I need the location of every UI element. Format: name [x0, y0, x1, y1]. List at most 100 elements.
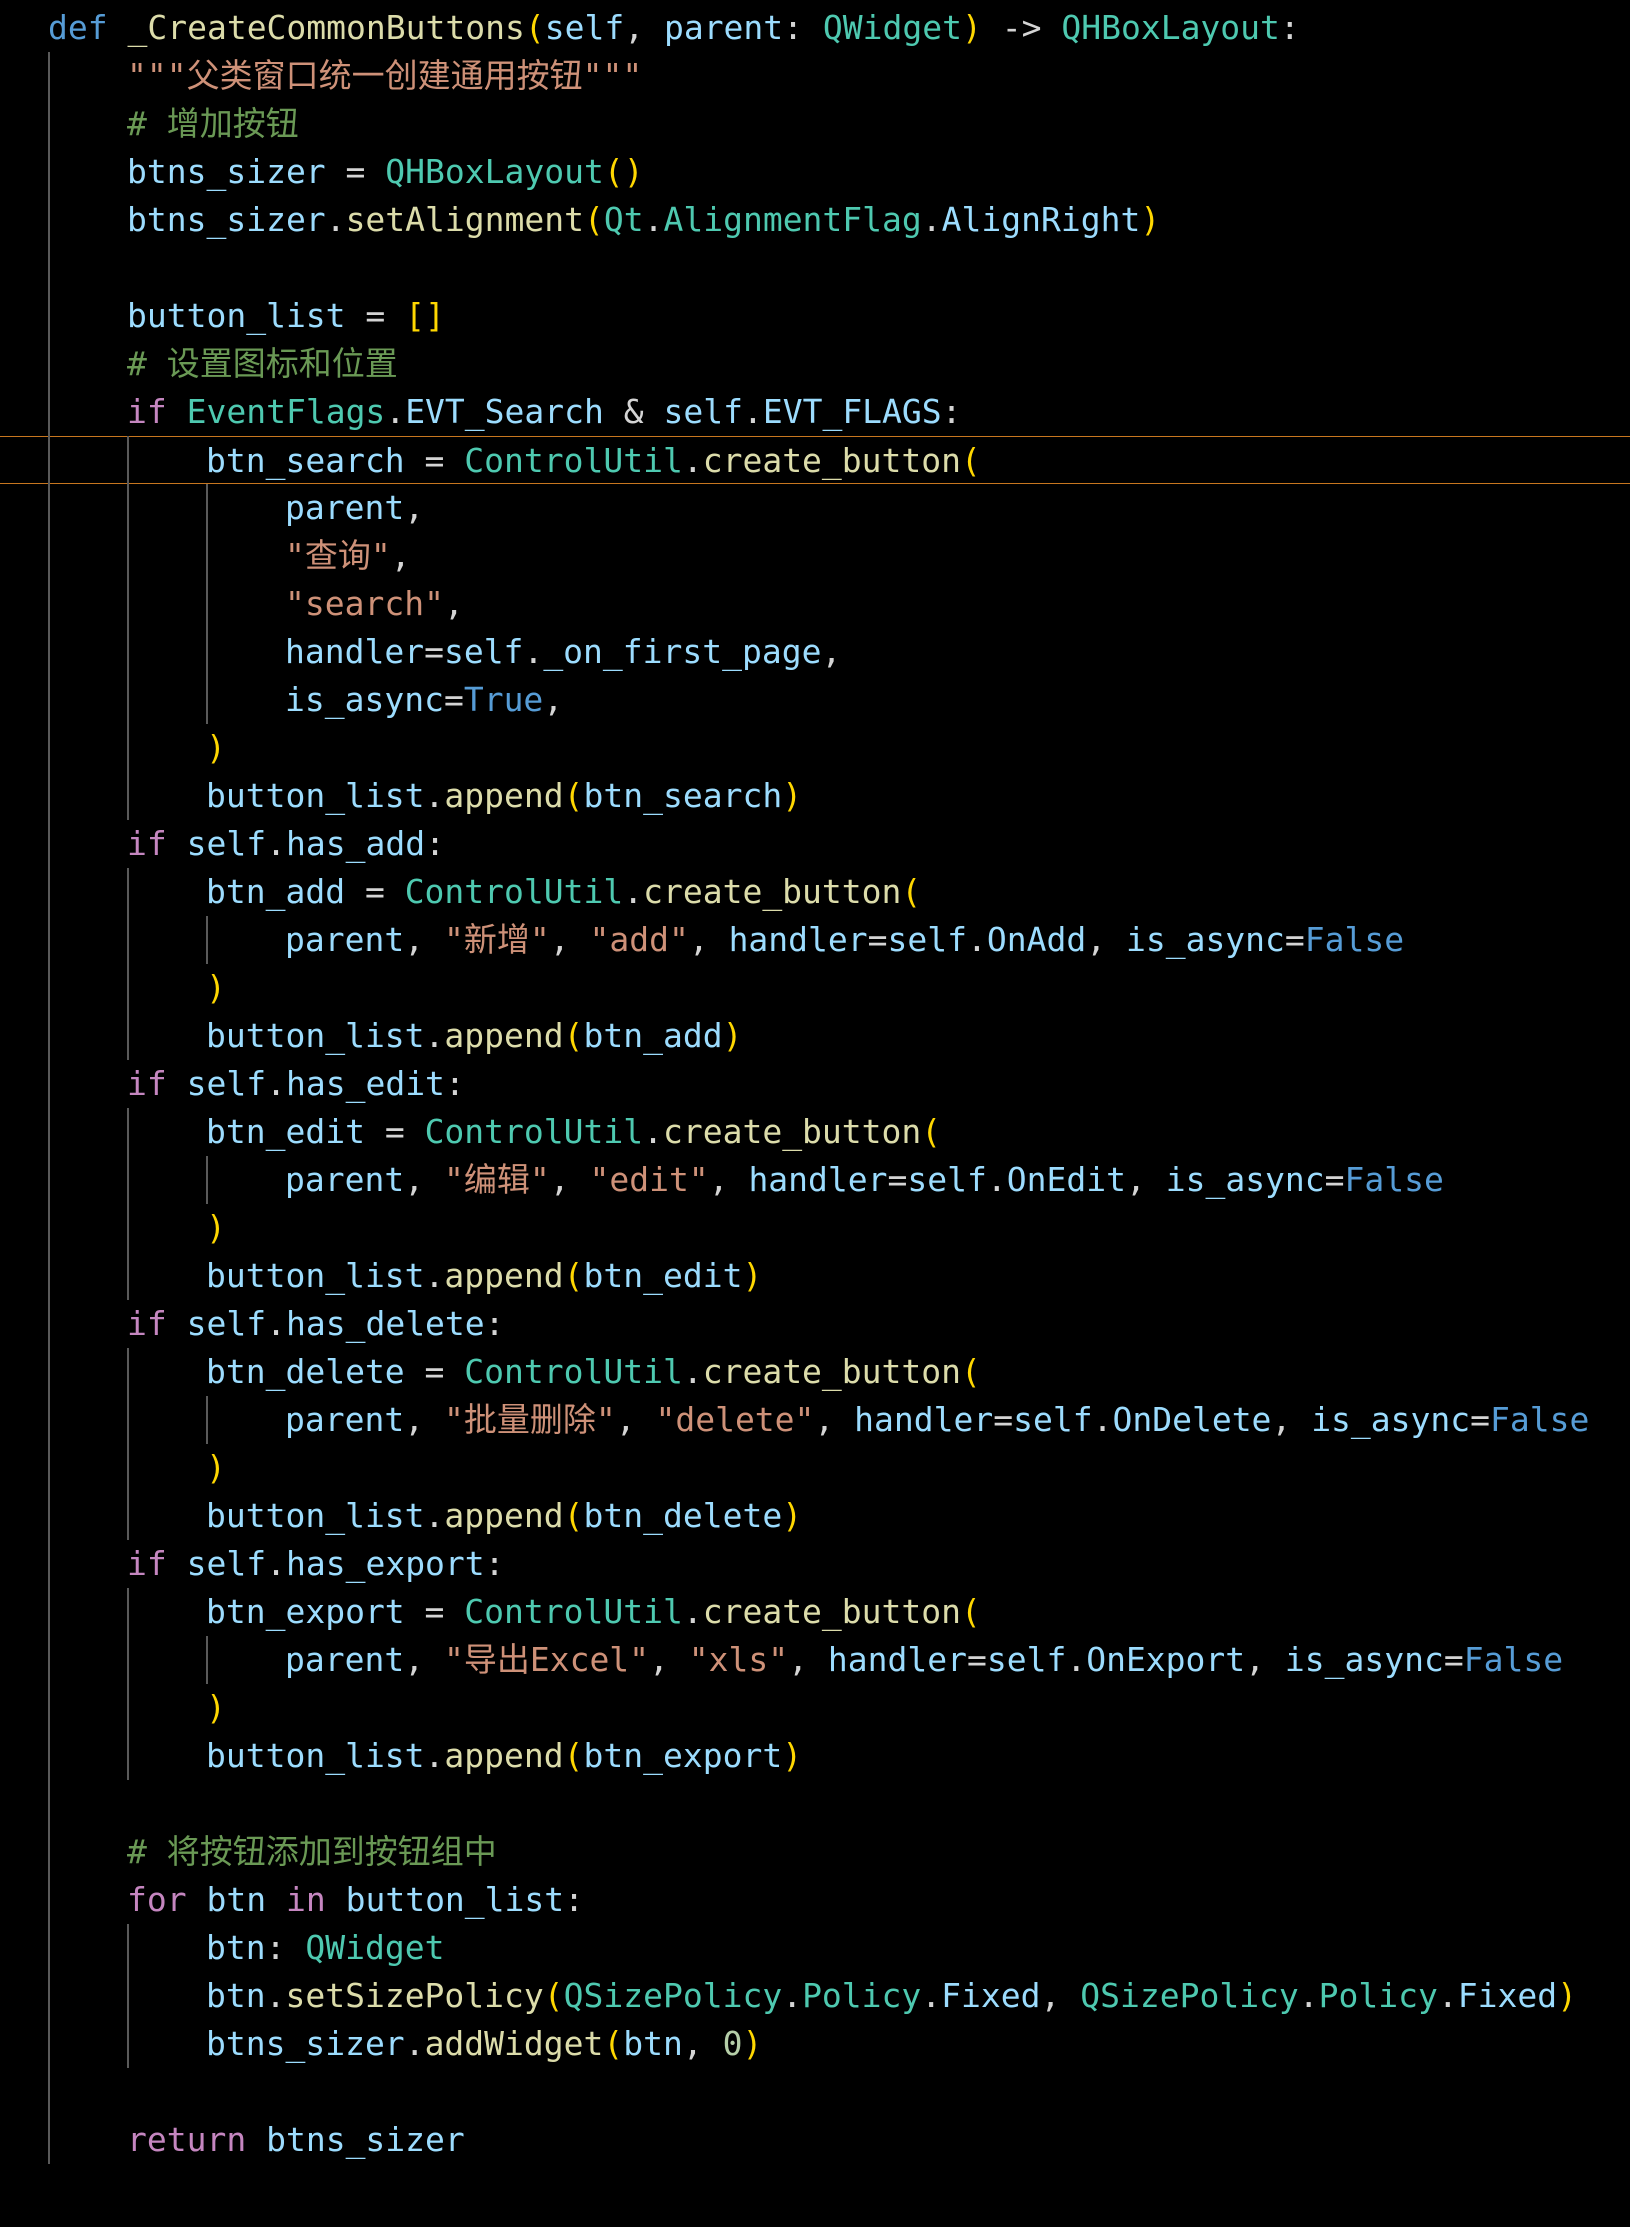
code-token: , — [682, 2024, 723, 2063]
code-editor[interactable]: def _CreateCommonButtons(self, parent: Q… — [0, 0, 1630, 2227]
code-token: QSizePolicy — [563, 1976, 783, 2015]
code-token: ( — [603, 2024, 624, 2063]
code-token: ( — [921, 1112, 942, 1151]
code-line[interactable]: btn: QWidget — [0, 1924, 1630, 1972]
code-line[interactable]: button_list.append(btn_delete) — [0, 1492, 1630, 1540]
code-token: = — [443, 680, 464, 719]
code-line[interactable]: ) — [0, 1444, 1630, 1492]
indent-guide — [127, 436, 129, 820]
code-text: if self.has_export: — [127, 1540, 505, 1588]
code-token: ) — [1557, 1976, 1577, 2015]
code-line[interactable]: # 将按钮添加到按钮组中 — [0, 1828, 1630, 1876]
code-token: self — [907, 1160, 987, 1199]
code-line[interactable]: button_list.append(btn_search) — [0, 772, 1630, 820]
code-line[interactable]: parent, — [0, 484, 1630, 532]
code-token: has_edit — [285, 1064, 445, 1103]
code-line[interactable]: btn_search = ControlUtil.create_button( — [0, 436, 1630, 484]
indent-guide — [127, 868, 129, 1060]
code-token: : — [444, 1064, 465, 1103]
code-line[interactable]: parent, "批量删除", "delete", handler=self.O… — [0, 1396, 1630, 1444]
code-token: if — [127, 824, 167, 863]
code-text: btn: QWidget — [206, 1924, 444, 1972]
code-line[interactable]: "search", — [0, 580, 1630, 628]
code-token: def — [48, 8, 108, 47]
code-line[interactable]: ) — [0, 964, 1630, 1012]
code-line[interactable]: "查询", — [0, 532, 1630, 580]
code-line[interactable]: if self.has_edit: — [0, 1060, 1630, 1108]
code-text: btn_delete = ControlUtil.create_button( — [206, 1348, 981, 1396]
code-token: create_button — [702, 441, 961, 480]
code-token: . — [682, 1352, 703, 1391]
code-token: parent — [663, 8, 784, 47]
code-line[interactable]: if self.has_delete: — [0, 1300, 1630, 1348]
code-line[interactable]: btn_edit = ControlUtil.create_button( — [0, 1108, 1630, 1156]
code-token: . — [921, 1976, 942, 2015]
code-line[interactable]: btn_delete = ControlUtil.create_button( — [0, 1348, 1630, 1396]
code-token: btn_add — [206, 872, 346, 911]
code-text: parent, "新增", "add", handler=self.OnAdd,… — [285, 916, 1404, 964]
code-line[interactable]: # 增加按钮 — [0, 100, 1630, 148]
code-token: False — [1344, 1160, 1444, 1199]
code-line[interactable]: btn.setSizePolicy(QSizePolicy.Policy.Fix… — [0, 1972, 1630, 2020]
code-line[interactable]: btns_sizer.addWidget(btn, 0) — [0, 2020, 1630, 2068]
code-line[interactable]: parent, "新增", "add", handler=self.OnAdd,… — [0, 916, 1630, 964]
indent-guide — [127, 1588, 129, 1780]
code-line[interactable]: parent, "导出Excel", "xls", handler=self.O… — [0, 1636, 1630, 1684]
code-line[interactable]: btns_sizer.setAlignment(Qt.AlignmentFlag… — [0, 196, 1630, 244]
code-token: self — [986, 1640, 1067, 1679]
code-line[interactable] — [0, 244, 1630, 292]
code-token: False — [1490, 1400, 1590, 1439]
code-token: self — [186, 1304, 267, 1343]
code-token: btn_search — [583, 776, 783, 815]
code-line[interactable]: # 设置图标和位置 — [0, 340, 1630, 388]
code-line[interactable]: is_async=True, — [0, 676, 1630, 724]
code-token: , — [788, 1640, 828, 1679]
code-token: self — [186, 1544, 267, 1583]
code-token: ( — [583, 200, 604, 239]
code-token: , — [443, 584, 464, 623]
code-line[interactable]: button_list.append(btn_edit) — [0, 1252, 1630, 1300]
code-token: , — [390, 536, 411, 575]
code-line[interactable]: ) — [0, 1204, 1630, 1252]
code-text: if EventFlags.EVT_Search & self.EVT_FLAG… — [127, 388, 962, 436]
code-line[interactable] — [0, 1780, 1630, 1828]
code-token: = — [364, 1112, 425, 1151]
code-token: append — [444, 1256, 564, 1295]
code-line[interactable]: for btn in button_list: — [0, 1876, 1630, 1924]
code-token: ) — [206, 1208, 226, 1247]
code-line[interactable]: return btns_sizer — [0, 2116, 1630, 2164]
code-line[interactable]: def _CreateCommonButtons(self, parent: Q… — [0, 4, 1630, 52]
code-line[interactable] — [0, 2068, 1630, 2116]
code-token: # 设置图标和位置 — [127, 344, 398, 383]
code-line[interactable]: button_list = [] — [0, 292, 1630, 340]
code-token: btns_sizer — [206, 2024, 405, 2063]
code-token: return — [127, 2120, 247, 2159]
code-line[interactable]: btns_sizer = QHBoxLayout() — [0, 148, 1630, 196]
code-token: , — [814, 1400, 855, 1439]
code-token: . — [986, 1160, 1007, 1199]
code-line[interactable]: if self.has_export: — [0, 1540, 1630, 1588]
code-line[interactable]: handler=self._on_first_page, — [0, 628, 1630, 676]
code-line[interactable]: button_list.append(btn_export) — [0, 1732, 1630, 1780]
code-token: ) — [962, 8, 982, 47]
code-token: ControlUtil — [424, 1112, 644, 1151]
code-line[interactable]: btn_export = ControlUtil.create_button( — [0, 1588, 1630, 1636]
code-line[interactable]: parent, "编辑", "edit", handler=self.OnEdi… — [0, 1156, 1630, 1204]
code-token: append — [444, 1496, 564, 1535]
code-line[interactable]: if self.has_add: — [0, 820, 1630, 868]
code-line[interactable]: ) — [0, 724, 1630, 772]
code-token: Fixed — [1457, 1976, 1558, 2015]
code-line[interactable]: button_list.append(btn_add) — [0, 1012, 1630, 1060]
code-token: ) — [206, 968, 226, 1007]
code-line[interactable]: btn_add = ControlUtil.create_button( — [0, 868, 1630, 916]
code-token: for — [127, 1880, 187, 1919]
code-token: True — [463, 680, 544, 719]
code-token: = — [404, 1352, 465, 1391]
code-token: btn — [206, 1880, 267, 1919]
code-line[interactable]: """父类窗口统一创建通用按钮""" — [0, 52, 1630, 100]
code-line[interactable]: if EventFlags.EVT_Search & self.EVT_FLAG… — [0, 388, 1630, 436]
code-text: for btn in button_list: — [127, 1876, 584, 1924]
code-line[interactable]: ) — [0, 1684, 1630, 1732]
